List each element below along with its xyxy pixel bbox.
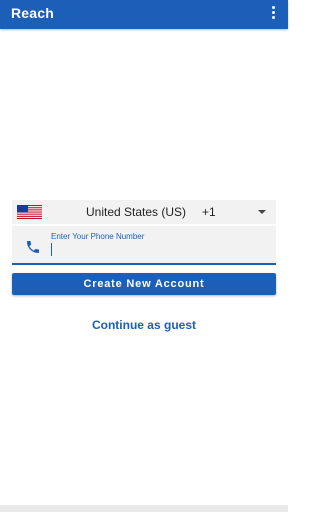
create-account-button[interactable]: Create New Account <box>12 273 276 295</box>
country-name: United States (US) <box>86 205 187 219</box>
app-bar: Reach <box>0 0 288 29</box>
arrow-drop-down-icon[interactable] <box>258 210 266 214</box>
bottom-bar <box>0 505 288 512</box>
phone-input[interactable] <box>51 242 261 258</box>
text-cursor <box>51 243 52 256</box>
phone-field-label: Enter Your Phone Number <box>51 232 145 241</box>
continue-as-guest-link[interactable]: Continue as guest <box>0 318 288 332</box>
us-flag-icon <box>17 205 42 219</box>
phone-icon <box>27 241 39 253</box>
country-selector[interactable]: United States (US) +1 <box>12 200 276 224</box>
app-title: Reach <box>11 5 55 21</box>
phone-number-field[interactable]: Enter Your Phone Number <box>12 226 276 265</box>
dial-code: +1 <box>202 205 216 219</box>
more-vert-icon[interactable] <box>268 6 278 22</box>
